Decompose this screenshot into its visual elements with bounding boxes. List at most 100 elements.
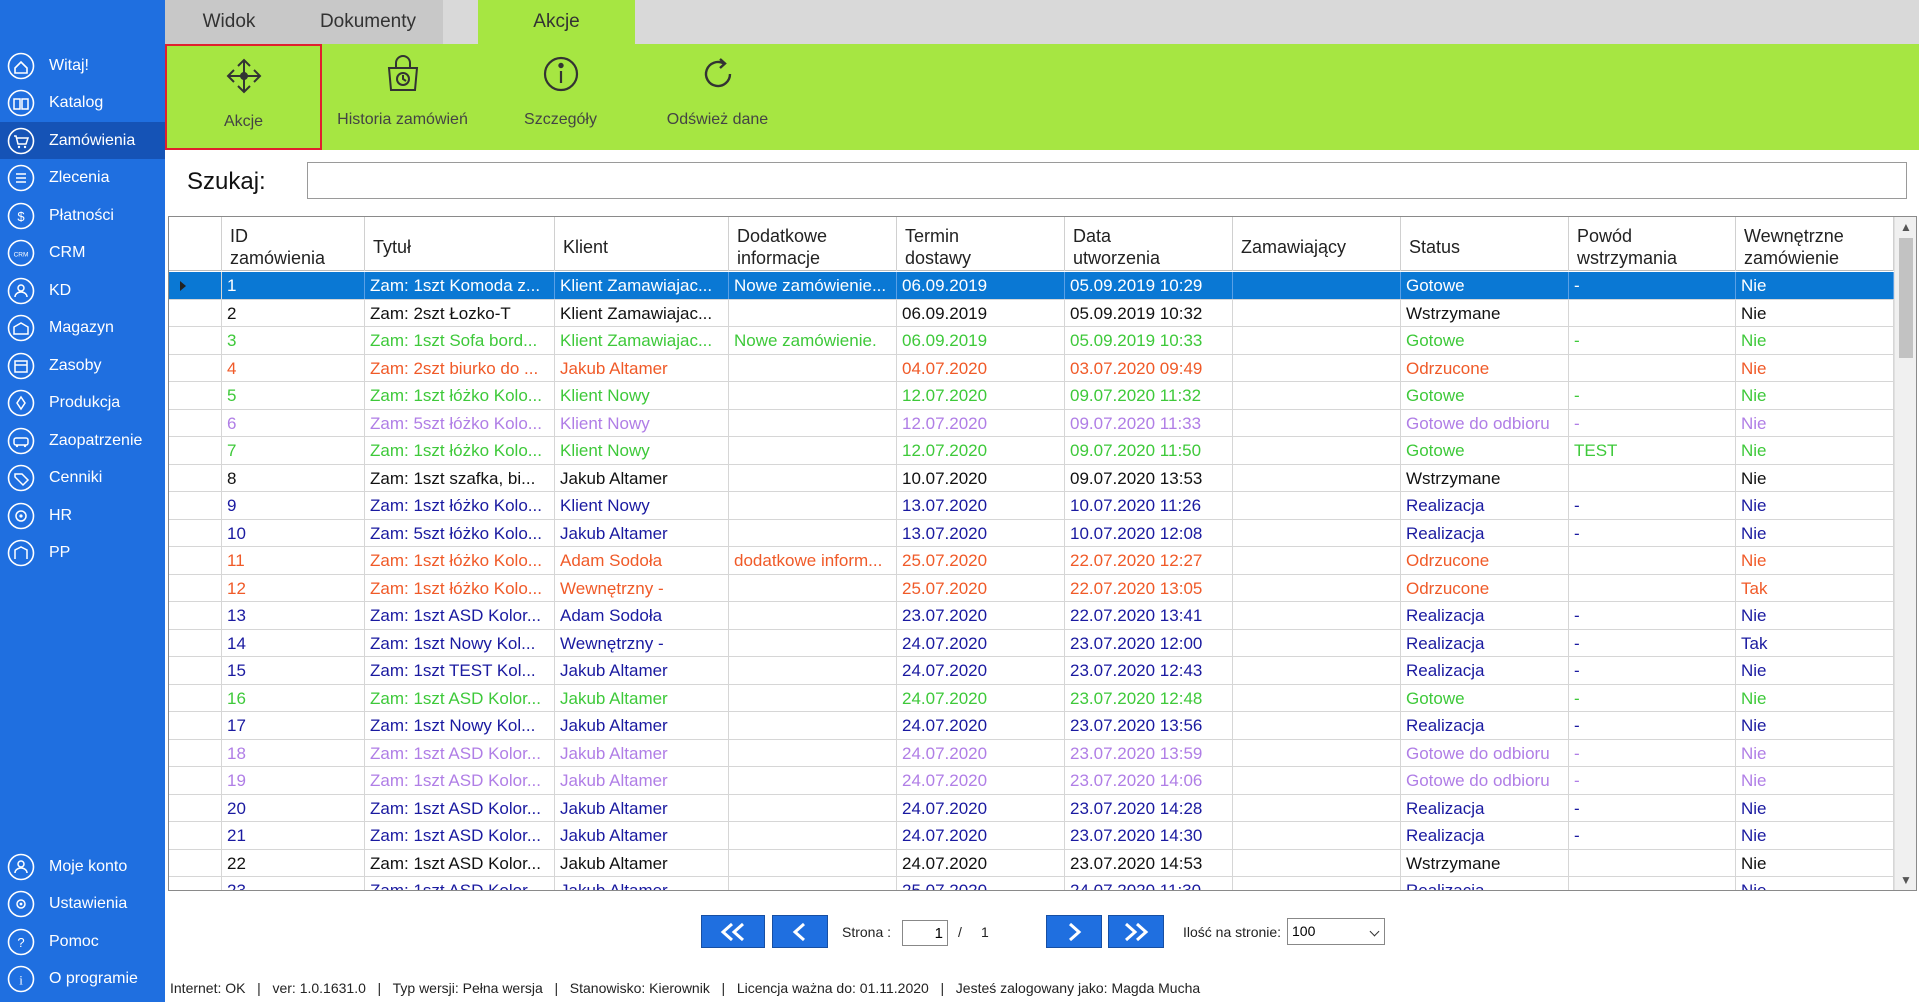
column-header-internal[interactable]: Wewnętrzne zamówienie bbox=[1736, 217, 1894, 271]
tab-akcje[interactable]: Akcje bbox=[478, 0, 635, 44]
sidebar-item-witaj-[interactable]: Witaj! bbox=[0, 47, 165, 84]
table-row[interactable]: 5 Zam: 1szt łóżko Kolo... Klient Nowy 12.07… bbox=[169, 382, 1894, 410]
table-row[interactable]: 7 Zam: 1szt łóżko Kolo... Klient Nowy 12.07… bbox=[169, 437, 1894, 465]
row-header[interactable] bbox=[169, 684, 222, 712]
sidebar-item-ustawienia[interactable]: Ustawienia bbox=[0, 886, 165, 923]
column-header-title[interactable]: Tytuł bbox=[365, 217, 555, 271]
first-page-button[interactable] bbox=[701, 915, 765, 948]
cell-reason: - bbox=[1569, 739, 1736, 767]
sidebar-item-cenniki[interactable]: Cenniki bbox=[0, 460, 165, 497]
table-row[interactable]: 15 Zam: 1szt TEST Kol... Jakub Altamer 24.0… bbox=[169, 657, 1894, 685]
row-header[interactable] bbox=[169, 739, 222, 767]
cell-title: Zam: 5szt łóżko Kolo... bbox=[365, 409, 555, 437]
cell-info bbox=[729, 629, 897, 657]
cell-client: Klient Nowy bbox=[555, 437, 729, 464]
row-header[interactable] bbox=[169, 574, 222, 602]
column-header-due[interactable]: Termin dostawy bbox=[897, 217, 1065, 271]
sidebar-item-produkcja[interactable]: Produkcja bbox=[0, 385, 165, 422]
table-row[interactable]: 23 Zam: 1szt ASD Kolor... Jakub Altamer 25.… bbox=[169, 877, 1894, 890]
row-header[interactable] bbox=[169, 602, 222, 629]
table-row[interactable]: 16 Zam: 1szt ASD Kolor... Jakub Altamer 24.… bbox=[169, 684, 1894, 712]
row-header[interactable] bbox=[169, 519, 222, 547]
cell-client: Klient Zamawiajac... bbox=[555, 272, 729, 299]
row-header[interactable] bbox=[169, 547, 222, 574]
table-row[interactable]: 22 Zam: 1szt ASD Kolor... Jakub Altamer 24.… bbox=[169, 849, 1894, 877]
cell-status: Odrzucone bbox=[1401, 547, 1569, 574]
per-page-select[interactable]: 100 bbox=[1287, 918, 1385, 945]
row-header[interactable] bbox=[169, 629, 222, 657]
resources-icon bbox=[6, 351, 36, 381]
table-row[interactable]: 3 Zam: 1szt Sofa bord... Klient Zamawiajac… bbox=[169, 327, 1894, 355]
table-row[interactable]: 13 Zam: 1szt ASD Kolor... Adam Sodoła 23.07… bbox=[169, 602, 1894, 630]
sidebar-item-płatności[interactable]: $ Płatności bbox=[0, 197, 165, 234]
page-input[interactable] bbox=[902, 920, 948, 946]
tab-dokumenty[interactable]: Dokumenty bbox=[293, 0, 443, 44]
scroll-up-icon[interactable]: ▲ bbox=[1895, 217, 1916, 237]
table-row[interactable]: 12 Zam: 1szt łóżko Kolo... Wewnętrzny - 25.… bbox=[169, 574, 1894, 602]
row-header[interactable] bbox=[169, 382, 222, 409]
table-row[interactable]: 11 Zam: 1szt łóżko Kolo... Adam Sodoła doda… bbox=[169, 547, 1894, 575]
column-header-info[interactable]: Dodatkowe informacje bbox=[729, 217, 897, 271]
prev-page-button[interactable] bbox=[772, 915, 828, 948]
table-row[interactable]: 1 Zam: 1szt Komoda z... Klient Zamawiajac.… bbox=[169, 272, 1894, 300]
order-history-button[interactable]: Historia zamówień bbox=[325, 44, 480, 150]
row-header[interactable] bbox=[169, 437, 222, 464]
sidebar-item-o-programie[interactable]: i O programie bbox=[0, 961, 165, 998]
sidebar-item-zamówienia[interactable]: Zamówienia bbox=[0, 122, 165, 159]
table-row[interactable]: 9 Zam: 1szt łóżko Kolo... Klient Nowy 13.07… bbox=[169, 492, 1894, 520]
next-page-button[interactable] bbox=[1046, 915, 1102, 948]
table-row[interactable]: 21 Zam: 1szt ASD Kolor... Jakub Altamer 24.… bbox=[169, 822, 1894, 850]
row-header[interactable] bbox=[169, 822, 222, 849]
column-header-id[interactable]: ID zamówienia bbox=[222, 217, 365, 271]
row-header[interactable] bbox=[169, 849, 222, 877]
row-header[interactable] bbox=[169, 877, 222, 890]
table-row[interactable]: 10 Zam: 5szt łóżko Kolo... Jakub Altamer 13… bbox=[169, 519, 1894, 547]
row-header[interactable] bbox=[169, 299, 222, 327]
table-row[interactable]: 20 Zam: 1szt ASD Kolor... Jakub Altamer 24.… bbox=[169, 794, 1894, 822]
search-input[interactable] bbox=[307, 162, 1907, 199]
scroll-down-icon[interactable]: ▼ bbox=[1895, 870, 1916, 890]
column-header-reason[interactable]: Powód wstrzymania bbox=[1569, 217, 1736, 271]
sidebar-item-crm[interactable]: CRM CRM bbox=[0, 235, 165, 272]
sidebar-item-katalog[interactable]: Katalog bbox=[0, 85, 165, 122]
table-row[interactable]: 18 Zam: 1szt ASD Kolor... Jakub Altamer 24.… bbox=[169, 739, 1894, 767]
vertical-scrollbar[interactable]: ▲ ▼ bbox=[1894, 217, 1916, 890]
table-row[interactable]: 6 Zam: 5szt łóżko Kolo... Klient Nowy 12.07… bbox=[169, 409, 1894, 437]
sidebar-item-kd[interactable]: KD bbox=[0, 272, 165, 309]
row-header[interactable] bbox=[169, 657, 222, 684]
row-header[interactable] bbox=[169, 464, 222, 492]
sidebar-item-moje-konto[interactable]: Moje konto bbox=[0, 848, 165, 885]
cell-due: 23.07.2020 bbox=[897, 602, 1065, 629]
column-header-created[interactable]: Data utworzenia bbox=[1065, 217, 1233, 271]
tab-widok[interactable]: Widok bbox=[165, 0, 293, 44]
column-header-orderer[interactable]: Zamawiający bbox=[1233, 217, 1401, 271]
table-row[interactable]: 14 Zam: 1szt Nowy Kol... Wewnętrzny - 24.07… bbox=[169, 629, 1894, 657]
sidebar-item-zaopatrzenie[interactable]: Zaopatrzenie bbox=[0, 422, 165, 459]
sidebar-item-magazyn[interactable]: Magazyn bbox=[0, 310, 165, 347]
table-row[interactable]: 17 Zam: 1szt Nowy Kol... Jakub Altamer 24.0… bbox=[169, 712, 1894, 740]
row-header[interactable] bbox=[169, 767, 222, 794]
column-header-status[interactable]: Status bbox=[1401, 217, 1569, 271]
table-row[interactable]: 19 Zam: 1szt ASD Kolor... Jakub Altamer 24.… bbox=[169, 767, 1894, 795]
row-header[interactable] bbox=[169, 712, 222, 739]
table-row[interactable]: 8 Zam: 1szt szafka, bi... Jakub Altamer 10.… bbox=[169, 464, 1894, 492]
table-row[interactable]: 4 Zam: 2szt biurko do ... Jakub Altamer 04.… bbox=[169, 354, 1894, 382]
row-header[interactable] bbox=[169, 409, 222, 437]
sidebar-item-zasoby[interactable]: Zasoby bbox=[0, 347, 165, 384]
row-header[interactable] bbox=[169, 354, 222, 382]
sidebar-item-zlecenia[interactable]: Zlecenia bbox=[0, 160, 165, 197]
sidebar-item-pp[interactable]: PP bbox=[0, 535, 165, 572]
table-row[interactable]: 2 Zam: 2szt Łozko-T Klient Zamawiajac... 06… bbox=[169, 299, 1894, 327]
akcje-button[interactable]: Akcje bbox=[165, 44, 322, 150]
sidebar-item-pomoc[interactable]: ? Pomoc bbox=[0, 923, 165, 960]
column-header-client[interactable]: Klient bbox=[555, 217, 729, 271]
scroll-thumb[interactable] bbox=[1899, 238, 1913, 358]
details-button[interactable]: Szczegóły bbox=[483, 44, 638, 150]
row-header[interactable] bbox=[169, 327, 222, 354]
sidebar-item-hr[interactable]: HR bbox=[0, 497, 165, 534]
row-header[interactable] bbox=[169, 492, 222, 519]
row-header[interactable] bbox=[169, 794, 222, 822]
last-page-button[interactable] bbox=[1108, 915, 1164, 948]
row-header[interactable] bbox=[169, 272, 222, 299]
refresh-button[interactable]: Odśwież dane bbox=[640, 44, 795, 150]
